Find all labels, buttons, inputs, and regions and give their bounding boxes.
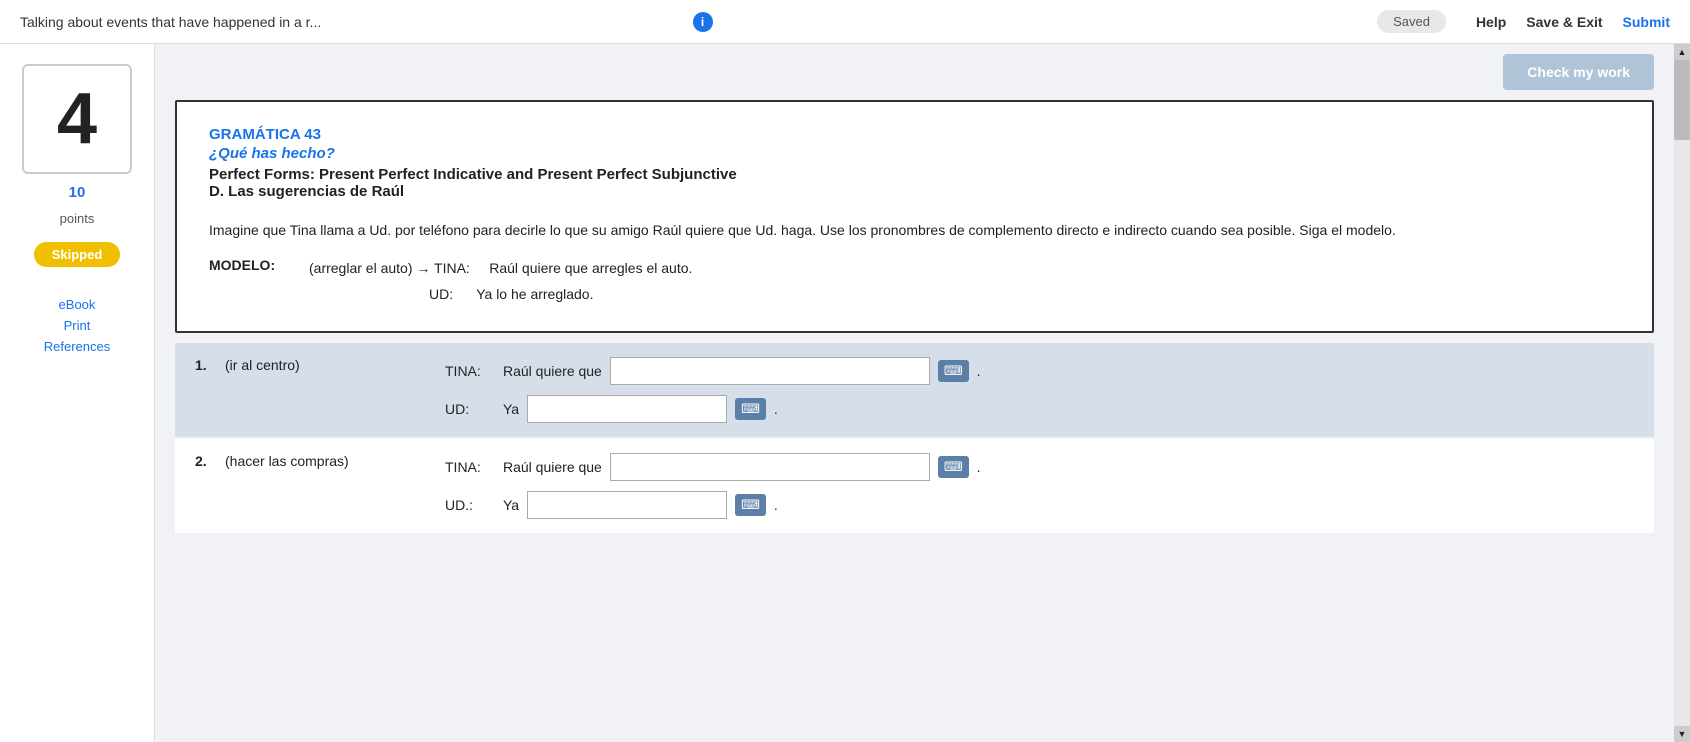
ud-input-2[interactable]	[527, 491, 727, 519]
keyboard-btn-tina-2[interactable]: ⌨	[938, 456, 969, 478]
topbar-actions: Help Save & Exit Submit	[1476, 14, 1670, 30]
scroll-up-arrow[interactable]: ▲	[1674, 44, 1690, 60]
points-value: 10	[69, 184, 86, 201]
tina-label-2: TINA:	[445, 459, 495, 475]
check-my-work-button[interactable]: Check my work	[1503, 54, 1654, 90]
exercise-row-1: 1. (ir al centro) TINA: Raúl quiere que …	[175, 343, 1654, 437]
keyboard-icon-ud-1: ⌨	[741, 401, 760, 417]
submit-link[interactable]: Submit	[1623, 14, 1670, 30]
keyboard-btn-ud-1[interactable]: ⌨	[735, 398, 766, 420]
ud-row-1: UD: Ya ⌨ .	[445, 395, 1634, 423]
tina-dot-2: .	[977, 459, 981, 475]
modelo-ud-label: UD:	[429, 286, 453, 302]
ebook-link[interactable]: eBook	[59, 297, 96, 312]
tina-input-2[interactable]	[610, 453, 930, 481]
modelo-hint: (arreglar el auto) → TINA:	[309, 260, 470, 276]
modelo-ud-row: UD: Ya lo he arreglado.	[309, 283, 692, 307]
ud-dot-2: .	[774, 497, 778, 513]
tina-row-2: TINA: Raúl quiere que ⌨ .	[445, 453, 1634, 481]
grammar-subtitle: ¿Qué has hecho?	[209, 145, 1620, 162]
ud-row-2: UD.: Ya ⌨ .	[445, 491, 1634, 519]
main-layout: 4 10 points Skipped eBook Print Referenc…	[0, 44, 1690, 742]
ud-input-1[interactable]	[527, 395, 727, 423]
skipped-badge: Skipped	[34, 242, 121, 267]
sidebar-links: eBook Print References	[44, 297, 110, 354]
ud-prefix-1: Ya	[503, 401, 519, 417]
points-label: points	[60, 211, 95, 226]
print-link[interactable]: Print	[64, 318, 91, 333]
tina-label-1: TINA:	[445, 363, 495, 379]
exercise-num-1: 1.	[195, 357, 225, 373]
exercise-fields-1: TINA: Raúl quiere que ⌨ . UD: Ya ⌨	[445, 357, 1634, 423]
grammar-section: D. Las sugerencias de Raúl	[209, 183, 1620, 200]
scroll-down-arrow[interactable]: ▼	[1674, 726, 1690, 742]
references-link[interactable]: References	[44, 339, 110, 354]
keyboard-btn-tina-1[interactable]: ⌨	[938, 360, 969, 382]
ud-prefix-2: Ya	[503, 497, 519, 513]
sidebar: 4 10 points Skipped eBook Print Referenc…	[0, 44, 155, 742]
keyboard-icon-tina-1: ⌨	[944, 363, 963, 379]
topbar: Talking about events that have happened …	[0, 0, 1690, 44]
exercise-section: 1. (ir al centro) TINA: Raúl quiere que …	[175, 343, 1654, 535]
question-number: 4	[57, 78, 97, 160]
tina-input-1[interactable]	[610, 357, 930, 385]
grammar-card: GRAMÁTICA 43 ¿Qué has hecho? Perfect For…	[175, 100, 1654, 333]
ud-dot-1: .	[774, 401, 778, 417]
exercise-row-2: 2. (hacer las compras) TINA: Raúl quiere…	[175, 439, 1654, 533]
tina-dot-1: .	[977, 363, 981, 379]
exercise-hint-1: (ir al centro)	[225, 357, 445, 373]
exercise-num-2: 2.	[195, 453, 225, 469]
modelo-tina-text: Raúl quiere que arregles el auto.	[489, 260, 692, 276]
points-display: 10	[69, 184, 86, 201]
modelo-tina-row: (arreglar el auto) → TINA: Raúl quiere q…	[309, 257, 692, 281]
page-title: Talking about events that have happened …	[20, 14, 685, 30]
modelo-label: MODELO:	[209, 257, 289, 273]
modelo-row: MODELO: (arreglar el auto) → TINA: Raúl …	[209, 257, 1620, 307]
check-btn-row: Check my work	[155, 44, 1674, 90]
info-icon[interactable]: i	[693, 12, 713, 32]
keyboard-icon-tina-2: ⌨	[944, 459, 963, 475]
keyboard-icon-ud-2: ⌨	[741, 497, 760, 513]
scroll-track	[1674, 60, 1690, 726]
tina-prefix-2: Raúl quiere que	[503, 459, 602, 475]
tina-row-1: TINA: Raúl quiere que ⌨ .	[445, 357, 1634, 385]
ud-label-1: UD:	[445, 401, 495, 417]
question-number-box: 4	[22, 64, 132, 174]
exercise-fields-2: TINA: Raúl quiere que ⌨ . UD.: Ya ⌨	[445, 453, 1634, 519]
save-exit-link[interactable]: Save & Exit	[1526, 14, 1602, 30]
scrollbar[interactable]: ▲ ▼	[1674, 44, 1690, 742]
scroll-thumb	[1674, 60, 1690, 140]
ud-label-2: UD.:	[445, 497, 495, 513]
help-link[interactable]: Help	[1476, 14, 1506, 30]
saved-status: Saved	[1377, 10, 1446, 33]
exercise-hint-2: (hacer las compras)	[225, 453, 445, 469]
tina-prefix-1: Raúl quiere que	[503, 363, 602, 379]
grammar-instructions: Imagine que Tina llama a Ud. por teléfon…	[209, 220, 1620, 241]
grammar-label: GRAMÁTICA 43	[209, 126, 1620, 143]
modelo-ud-text: Ya lo he arreglado.	[476, 286, 593, 302]
grammar-title: Perfect Forms: Present Perfect Indicativ…	[209, 166, 1620, 183]
keyboard-btn-ud-2[interactable]: ⌨	[735, 494, 766, 516]
content-area: Check my work GRAMÁTICA 43 ¿Qué has hech…	[155, 44, 1674, 742]
modelo-content: (arreglar el auto) → TINA: Raúl quiere q…	[309, 257, 692, 307]
